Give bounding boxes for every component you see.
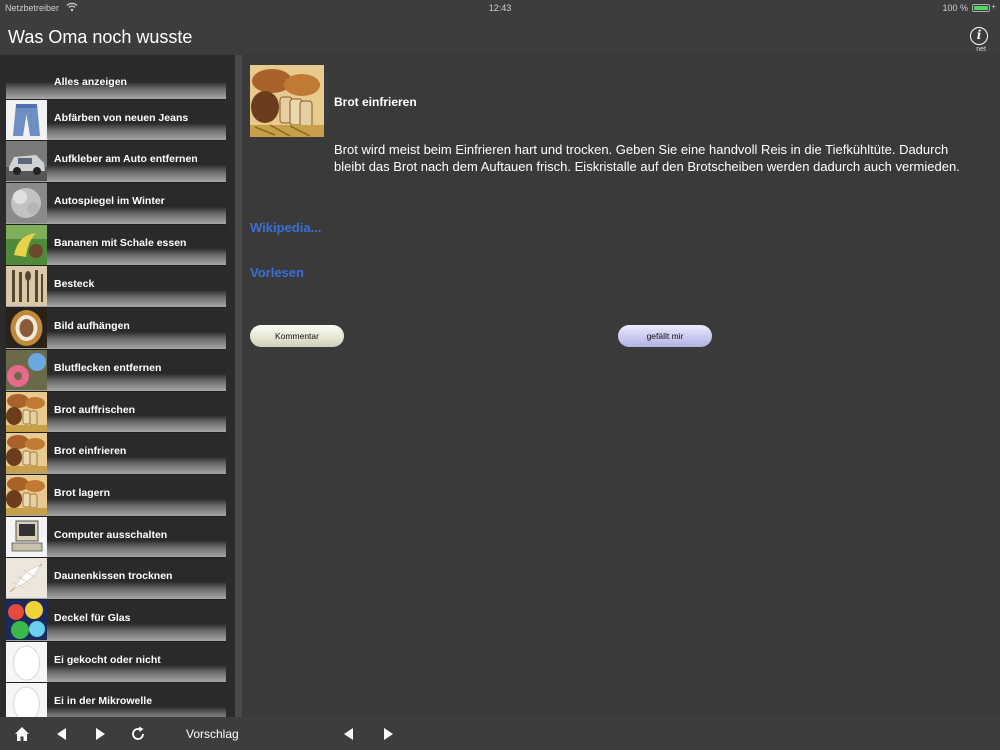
sidebar-item-label: Bananen mit Schale essen xyxy=(54,236,187,249)
car-thumb xyxy=(6,141,47,182)
info-button-label: net xyxy=(976,46,986,53)
battery-icon xyxy=(972,4,990,12)
sidebar-item[interactable]: Bananen mit Schale essen xyxy=(6,224,226,267)
detail-text: Brot wird meist beim Einfrieren hart und… xyxy=(334,142,960,174)
next-suggestion-icon[interactable] xyxy=(380,726,396,742)
sidebar-item[interactable]: Brot einfrieren xyxy=(6,433,226,475)
sidebar-item-label: Computer ausschalten xyxy=(54,528,168,541)
read-aloud-link[interactable]: Vorlesen xyxy=(250,265,304,280)
sidebar-item[interactable]: Ei in der Mikrowelle xyxy=(6,683,226,717)
sidebar-item-label: Blutflecken entfernen xyxy=(54,361,162,374)
sidebar-item-label: Besteck xyxy=(54,278,95,291)
app-title: Was Oma noch wusste xyxy=(8,27,193,47)
sidebar-item[interactable]: Aufkleber am Auto entfernen xyxy=(6,141,226,184)
comment-button[interactable]: Kommentar xyxy=(250,325,344,347)
home-icon[interactable] xyxy=(14,726,30,742)
sidebar-item[interactable]: Ei gekocht oder nicht xyxy=(6,641,226,684)
jeans-thumb xyxy=(6,99,47,140)
cutlery-thumb xyxy=(6,266,47,307)
back-icon[interactable] xyxy=(54,726,70,742)
sidebar-item-label: Brot auffrischen xyxy=(54,403,136,416)
like-button[interactable]: gefällt mir xyxy=(618,325,712,347)
sidebar-item-label: Alles anzeigen xyxy=(54,76,127,88)
battery-percentage: 100 % xyxy=(942,3,968,13)
sidebar-item[interactable]: Deckel für Glas xyxy=(6,599,226,642)
split-divider xyxy=(235,55,242,717)
status-bar: Netzbetreiber 12:43 100 % + xyxy=(0,0,1000,16)
bread-thumb xyxy=(6,474,47,515)
sidebar-item-label: Daunenkissen trocknen xyxy=(54,570,173,583)
sidebar-item[interactable]: Abfärben von neuen Jeans xyxy=(6,99,226,142)
feather-thumb xyxy=(6,558,47,599)
clock: 12:43 xyxy=(488,3,512,13)
egg-thumb xyxy=(6,683,47,717)
bottom-toolbar: Vorschlag xyxy=(0,717,1000,750)
computer-thumb xyxy=(6,516,47,557)
sidebar-item-label: Deckel für Glas xyxy=(54,611,131,624)
sidebar-item-label: Bild aufhängen xyxy=(54,320,130,333)
sidebar-item[interactable]: Brot auffrischen xyxy=(6,391,226,434)
sidebar-item-label: Autospiegel im Winter xyxy=(54,195,165,208)
sidebar-item[interactable]: Brot lagern xyxy=(6,474,226,517)
info-button[interactable]: i xyxy=(970,27,988,45)
bread-thumb xyxy=(6,391,47,432)
detail-pane: Brot einfrieren Brot wird meist beim Ein… xyxy=(242,55,1000,717)
tips-list: Alles anzeigen Abfärben von neuen Jeans Au… xyxy=(6,58,226,717)
frame-thumb xyxy=(6,308,47,349)
sidebar-item-label: Brot lagern xyxy=(54,486,111,499)
sidebar-item[interactable]: Alles anzeigen xyxy=(6,58,226,100)
navigation-bar: Was Oma noch wusste i net xyxy=(0,16,1000,54)
wikipedia-link[interactable]: Wikipedia... xyxy=(250,220,321,235)
bread-image xyxy=(250,65,324,137)
sidebar-item[interactable]: Besteck xyxy=(6,266,226,309)
sidebar-item-label: Ei gekocht oder nicht xyxy=(54,653,161,666)
sidebar-item[interactable]: Blutflecken entfernen xyxy=(6,349,226,392)
egg-thumb xyxy=(6,641,47,682)
glass-thumb xyxy=(6,599,47,640)
detail-title: Brot einfrieren xyxy=(334,95,417,109)
charging-icon: + xyxy=(991,2,996,11)
sidebar[interactable]: Alles anzeigen Abfärben von neuen Jeans Au… xyxy=(0,55,235,717)
sidebar-item-label: Ei in der Mikrowelle xyxy=(54,695,153,708)
frost-thumb xyxy=(6,183,47,224)
donut-thumb xyxy=(6,349,47,390)
sidebar-item[interactable]: Daunenkissen trocknen xyxy=(6,558,226,600)
refresh-icon[interactable] xyxy=(130,726,146,742)
sidebar-item[interactable]: Computer ausschalten xyxy=(6,516,226,559)
suggestion-button[interactable]: Vorschlag xyxy=(186,727,239,741)
sidebar-item-label: Abfärben von neuen Jeans xyxy=(54,111,189,124)
bread-thumb xyxy=(6,433,47,474)
sidebar-item[interactable]: Bild aufhängen xyxy=(6,308,226,350)
sidebar-item-label: Aufkleber am Auto entfernen xyxy=(54,153,198,166)
sidebar-item-label: Brot einfrieren xyxy=(54,445,127,458)
previous-suggestion-icon[interactable] xyxy=(341,726,357,742)
banana-thumb xyxy=(6,224,47,265)
forward-icon[interactable] xyxy=(92,726,108,742)
sidebar-item[interactable]: Autospiegel im Winter xyxy=(6,183,226,225)
